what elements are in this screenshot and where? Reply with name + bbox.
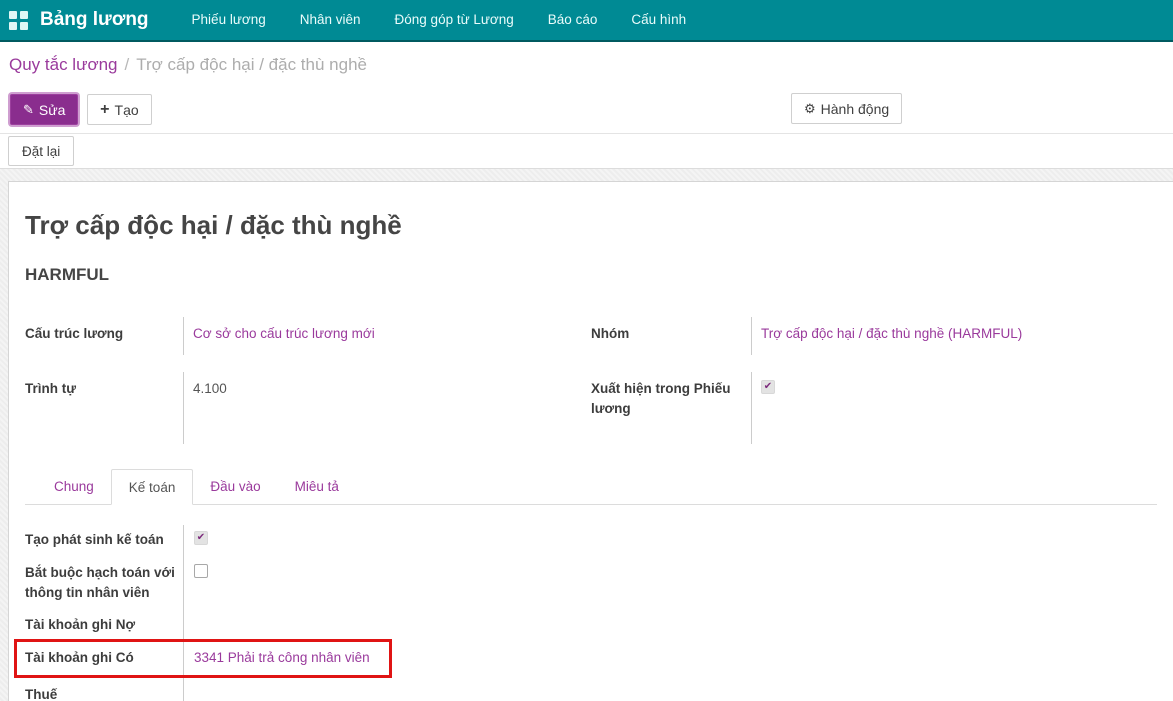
check-icon: ✔ <box>763 381 773 392</box>
apps-grid-square <box>20 21 28 30</box>
create-button-label: Tạo <box>114 101 139 118</box>
field-row-credit-account: Tài khoản ghi Có 3341 Phải trả công nhân… <box>14 639 1157 680</box>
breadcrumb-separator: / <box>124 55 130 74</box>
field-row-generate-accounting-entries: Tạo phát sinh kế toán ✔ <box>25 525 1157 558</box>
tab-inputs[interactable]: Đầu vào <box>193 469 277 505</box>
field-row-salary-structure: Cấu trúc lương Cơ sở cho cấu trúc lương … <box>25 317 573 355</box>
breadcrumb: Quy tắc lương / Trợ cấp độc hại / đặc th… <box>0 42 1173 88</box>
field-value-cell: ✔ <box>751 372 1157 444</box>
field-value-cell: ✔ <box>183 525 1157 558</box>
field-label-appears-on-payslip: Xuất hiện trong Phiếu lương <box>591 381 731 416</box>
field-row-debit-account: Tài khoản ghi Nợ <box>25 610 1157 643</box>
edit-button[interactable]: ✎ Sửa <box>10 94 79 125</box>
top-navbar: Bảng lương Phiếu lương Nhân viên Đóng gó… <box>0 0 1173 42</box>
generate-accounting-entries-checkbox[interactable]: ✔ <box>194 531 208 545</box>
apps-grid-square <box>9 21 17 30</box>
field-label-debit-account: Tài khoản ghi Nợ <box>25 617 136 632</box>
reset-button[interactable]: Đặt lại <box>8 136 75 166</box>
plus-icon: + <box>100 100 110 118</box>
field-row-sequence: Trình tự 4.100 <box>25 372 573 444</box>
salary-rule-form: Trợ cấp độc hại / đặc thù nghề HARMFUL C… <box>8 181 1173 701</box>
app-name-payroll[interactable]: Bảng lương <box>40 9 149 31</box>
accounting-tab-pane: Tạo phát sinh kế toán ✔ Bắt buộc hạch to… <box>14 505 1157 701</box>
field-label-tax: Thuế <box>25 687 58 701</box>
field-value-sequence: 4.100 <box>193 381 227 396</box>
record-title: Trợ cấp độc hại / đặc thù nghề <box>25 210 402 240</box>
breadcrumb-current-record: Trợ cấp độc hại / đặc thù nghề <box>136 55 367 74</box>
field-label-category: Nhóm <box>591 326 630 341</box>
field-row-tax: Thuế <box>25 680 1157 701</box>
appears-on-payslip-checkbox[interactable]: ✔ <box>761 380 775 394</box>
action-button[interactable]: ⚙ Hành động <box>791 93 903 124</box>
action-button-label: Hành động <box>820 100 890 117</box>
menu-configuration[interactable]: Cấu hình <box>614 0 703 40</box>
field-value-debit-account-empty <box>183 610 1157 643</box>
record-code: HARMFUL <box>25 265 110 284</box>
tab-accounting[interactable]: Kế toán <box>110 469 194 505</box>
field-value-salary-structure-link[interactable]: Cơ sở cho cấu trúc lương mới <box>193 326 375 341</box>
field-value-cell <box>183 558 1157 610</box>
tab-general[interactable]: Chung <box>37 469 111 505</box>
notebook-tabs: Chung Kế toán Đầu vào Miêu tả <box>25 469 1157 505</box>
field-value-cell: Cơ sở cho cấu trúc lương mới <box>183 317 573 355</box>
field-value-cell: 4.100 <box>183 372 573 444</box>
field-column-right: Nhóm Trợ cấp độc hại / đặc thù nghề (HAR… <box>591 317 1157 461</box>
form-view-background: Trợ cấp độc hại / đặc thù nghề HARMFUL C… <box>0 169 1173 701</box>
apps-grid-square <box>20 10 28 19</box>
field-value-tax-empty <box>183 680 1157 701</box>
pencil-icon: ✎ <box>23 102 34 117</box>
tab-description[interactable]: Miêu tả <box>278 469 356 505</box>
menu-reports[interactable]: Báo cáo <box>531 0 615 40</box>
create-button[interactable]: + Tạo <box>87 94 152 125</box>
gear-icon: ⚙ <box>804 101 816 116</box>
field-column-left: Cấu trúc lương Cơ sở cho cấu trúc lương … <box>25 317 573 461</box>
field-value-credit-account-link[interactable]: 3341 Phải trả công nhân viên <box>194 650 370 665</box>
apps-grid-square <box>9 10 17 19</box>
secondary-toolbar: Đặt lại <box>0 134 1173 169</box>
field-row-force-employee-accounting: Bắt buộc hạch toán với thông tin nhân vi… <box>25 558 1157 610</box>
field-row-appears-on-payslip: Xuất hiện trong Phiếu lương ✔ <box>591 372 1157 444</box>
field-label-generate-accounting-entries: Tạo phát sinh kế toán <box>25 532 164 547</box>
menu-employees[interactable]: Nhân viên <box>283 0 378 40</box>
field-value-category-link[interactable]: Trợ cấp độc hại / đặc thù nghề (HARMFUL) <box>761 326 1022 341</box>
force-employee-accounting-checkbox[interactable] <box>194 564 208 578</box>
field-value-cell: 3341 Phải trả công nhân viên <box>183 643 1157 680</box>
field-group: Cấu trúc lương Cơ sở cho cấu trúc lương … <box>25 317 1157 461</box>
edit-button-label: Sửa <box>38 101 66 118</box>
field-label-salary-structure: Cấu trúc lương <box>25 326 124 341</box>
menu-salary-contributions[interactable]: Đóng góp từ Lương <box>378 0 531 40</box>
menu-payslips[interactable]: Phiếu lương <box>175 0 283 40</box>
control-panel: ✎ Sửa + Tạo ⚙ Hành động <box>0 88 1173 134</box>
field-label-force-employee-accounting: Bắt buộc hạch toán với thông tin nhân vi… <box>25 565 175 601</box>
field-row-category: Nhóm Trợ cấp độc hại / đặc thù nghề (HAR… <box>591 317 1157 355</box>
check-icon: ✔ <box>196 532 206 543</box>
apps-grid-icon[interactable] <box>9 10 28 30</box>
field-value-cell: Trợ cấp độc hại / đặc thù nghề (HARMFUL) <box>751 317 1157 355</box>
breadcrumb-link-salary-rules[interactable]: Quy tắc lương <box>9 55 118 75</box>
field-label-credit-account: Tài khoản ghi Có <box>25 650 134 665</box>
field-label-sequence: Trình tự <box>25 381 77 396</box>
reset-button-label: Đặt lại <box>22 143 61 159</box>
